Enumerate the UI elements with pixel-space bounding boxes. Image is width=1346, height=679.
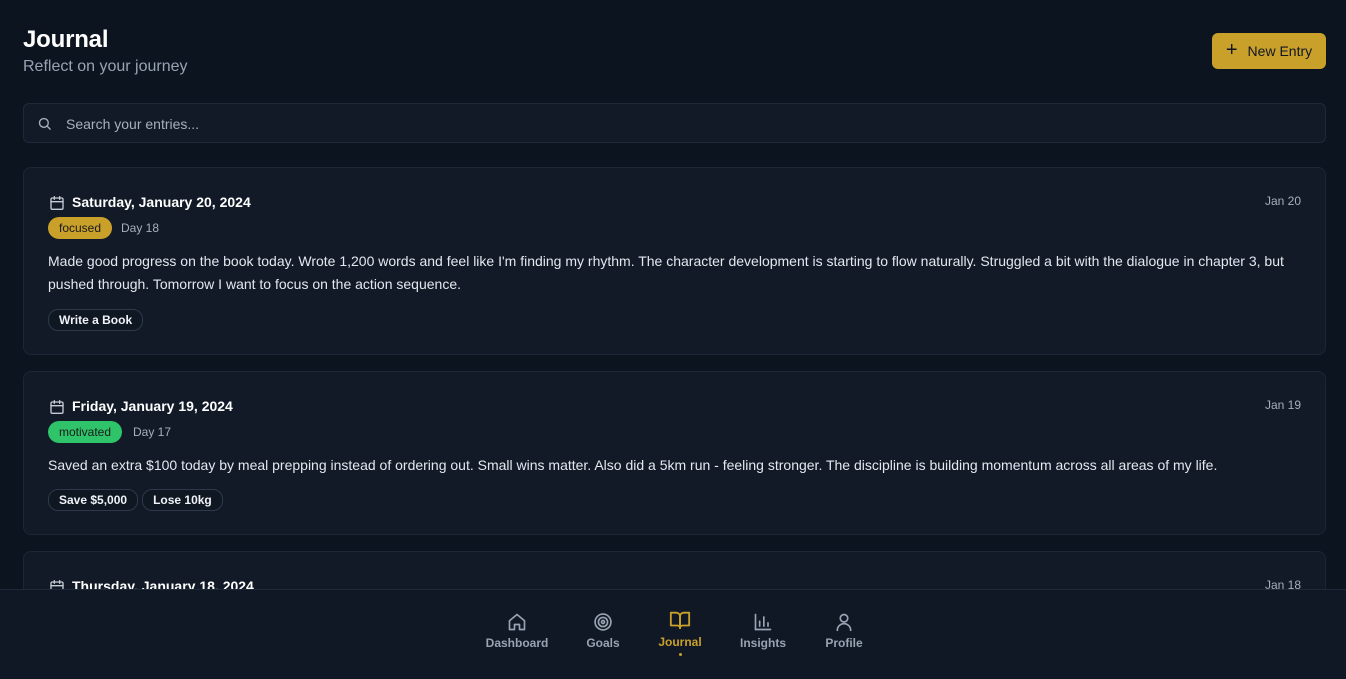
journal-entry-card[interactable]: Friday, January 19, 2024 Jan 19 motivate… [23,371,1326,535]
home-icon [508,613,526,631]
bar-chart-icon [754,613,772,631]
nav-item-journal[interactable]: Journal [640,609,720,656]
entry-date: Friday, January 19, 2024 [72,398,233,414]
journal-entry-card[interactable]: Saturday, January 20, 2024 Jan 20 focuse… [23,167,1326,355]
goal-tag[interactable]: Lose 10kg [142,489,223,511]
entry-text: Made good progress on the book today. Wr… [48,253,1284,292]
nav-label: Insights [739,636,786,650]
entry-day-count: Day 17 [133,425,172,439]
bottom-nav: Dashboard Goals Journal Insights Profile [0,589,1346,679]
nav-item-insights[interactable]: Insights [723,612,803,650]
calendar-icon [50,196,64,210]
search-input[interactable] [64,104,668,144]
entry-tags: Write a Book [48,309,144,331]
active-indicator [678,653,682,656]
entry-day-count: Day 18 [121,221,160,235]
goal-tag[interactable]: Write a Book [48,309,144,331]
plus-icon: + [1225,39,1238,61]
nav-label: Journal [658,635,702,649]
search-icon [38,117,51,130]
mood-badge: motivated [48,421,123,443]
entry-tags: Save $5,000 Lose 10kg [48,489,223,511]
entry-short-date: Jan 19 [1264,398,1301,412]
user-icon [836,613,852,632]
page-title: Journal [23,26,109,53]
nav-item-dashboard[interactable]: Dashboard [477,612,557,650]
target-icon [594,613,612,631]
entry-short-date: Jan 20 [1264,194,1301,208]
nav-label: Goals [586,636,620,650]
goal-tag[interactable]: Save $5,000 [48,489,139,511]
nav-item-profile[interactable]: Profile [804,612,884,650]
page-header: Journal Reflect on your journey + New En… [23,26,1326,86]
new-entry-label: New Entry [1247,43,1313,59]
nav-label: Dashboard [485,636,549,650]
nav-label: Profile [825,636,863,650]
mood-badge: focused [48,217,113,239]
entry-text: Saved an extra $100 today by meal preppi… [48,457,1218,473]
entry-date: Saturday, January 20, 2024 [72,194,251,210]
new-entry-button[interactable]: + New Entry [1212,33,1326,69]
page-subtitle: Reflect on your journey [23,58,188,75]
nav-item-goals[interactable]: Goals [563,612,643,650]
book-open-icon [669,611,691,630]
calendar-icon [50,400,64,414]
search-bar [23,103,1326,144]
